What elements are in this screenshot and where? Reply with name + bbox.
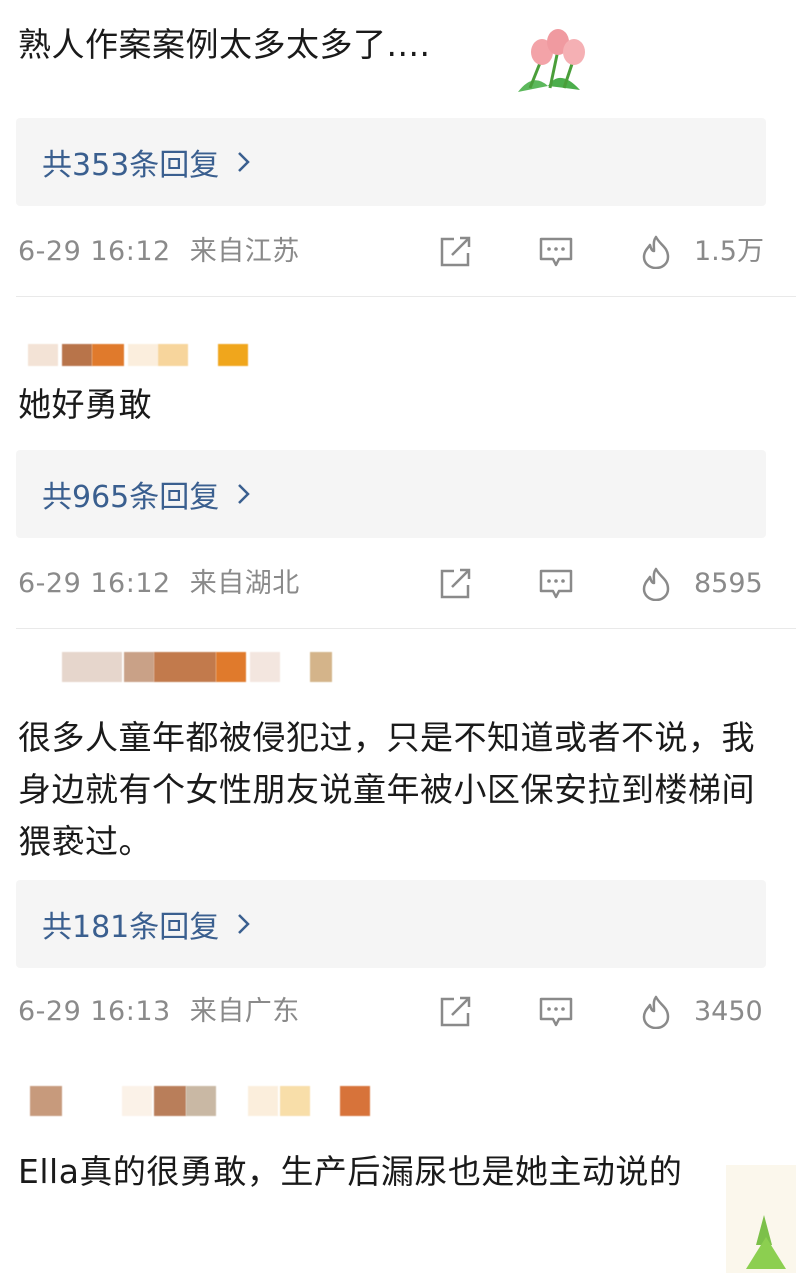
chevron-right-icon [238,152,251,172]
tulip-emoji [518,29,585,92]
like-count: 3450 [694,996,763,1027]
share-icon[interactable] [438,235,474,269]
reply-summary-button[interactable]: 共353条回复 [16,118,766,206]
comment-meta: 6-29 16:13 来自广东 3450 [0,992,796,1032]
comment-meta: 6-29 16:12 来自江苏 1.5万 [0,232,796,272]
username-redacted[interactable] [18,652,332,682]
chevron-right-icon [238,484,251,504]
location-text: 来自湖北 [189,568,300,599]
username-redacted[interactable] [18,1086,398,1116]
chevron-right-icon [238,914,251,934]
share-icon[interactable] [438,995,474,1029]
fire-icon[interactable] [638,235,674,269]
sticker-emoji [726,1165,796,1273]
like-count: 1.5万 [694,236,764,267]
reply-summary-button[interactable]: 共181条回复 [16,880,766,968]
comment-meta: 6-29 16:12 来自湖北 8595 [0,564,796,604]
comment-timestamp: 6-29 16:12 来自江苏 [18,232,300,272]
comment-timestamp: 6-29 16:12 来自湖北 [18,564,300,604]
comment-icon[interactable] [538,567,574,601]
time-text: 6-29 16:13 [18,996,171,1027]
reply-count-label: 共353条回复 [42,148,220,183]
comment-divider [16,628,796,629]
comment-icon[interactable] [538,995,574,1029]
time-text: 6-29 16:12 [18,568,171,599]
location-text: 来自广东 [189,996,300,1027]
fire-icon[interactable] [638,995,674,1029]
reply-count-link[interactable]: 共181条回复 [42,902,251,946]
comment-text: Ella真的很勇敢，生产后漏尿也是她主动说的 [18,1152,683,1191]
comment-timestamp: 6-29 16:13 来自广东 [18,992,300,1032]
share-icon[interactable] [438,567,474,601]
comment-divider [16,296,796,297]
like-count: 8595 [694,568,763,599]
username-redacted[interactable] [18,344,258,366]
comment-icon[interactable] [538,235,574,269]
comment-text: 她好勇敢 [18,385,152,424]
comment-text: 很多人童年都被侵犯过，只是不知道或者不说，我身边就有个女性朋友说童年被小区保安拉… [18,718,755,861]
comment-feed: 熟人作案案例太多太多了.... 共353条回复 6-29 16:12 来自江苏 [0,0,796,1273]
reply-summary-button[interactable]: 共965条回复 [16,450,766,538]
location-text: 来自江苏 [189,236,300,267]
fire-icon[interactable] [638,567,674,601]
reply-count-link[interactable]: 共353条回复 [42,140,251,184]
reply-count-link[interactable]: 共965条回复 [42,472,251,516]
reply-count-label: 共965条回复 [42,480,220,515]
time-text: 6-29 16:12 [18,236,171,267]
comment-text: 熟人作案案例太多太多了.... [18,25,431,64]
reply-count-label: 共181条回复 [42,910,220,945]
